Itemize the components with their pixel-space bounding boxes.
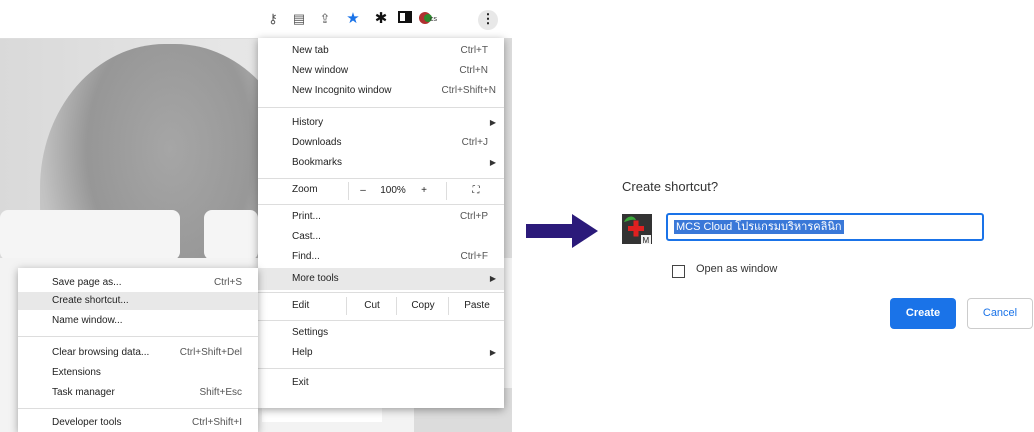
menu-item-shortcut: Ctrl+F bbox=[460, 251, 489, 262]
menu-item-shortcut: Ctrl+S bbox=[213, 277, 242, 288]
menu-item-label: Help bbox=[292, 347, 313, 358]
translate-icon[interactable]: ▤ bbox=[290, 10, 308, 28]
menu-item-developer-tools[interactable]: Developer tools Ctrl+Shift+I bbox=[18, 414, 258, 432]
share-icon[interactable]: ⇪ bbox=[316, 10, 334, 28]
menu-item-new-tab[interactable]: New tab Ctrl+T bbox=[258, 42, 504, 60]
copy-button[interactable]: Copy bbox=[396, 297, 449, 315]
svg-text:cs: cs bbox=[430, 16, 438, 23]
open-as-window-checkbox[interactable] bbox=[672, 265, 685, 278]
menu-item-label: Exit bbox=[292, 377, 309, 388]
submenu-arrow-icon: ▶ bbox=[489, 274, 496, 283]
zoom-out-button[interactable]: – bbox=[348, 182, 377, 200]
zoom-in-button[interactable]: + bbox=[410, 182, 438, 200]
menu-item-label: Bookmarks bbox=[292, 157, 343, 168]
menu-divider bbox=[258, 292, 504, 293]
menu-item-settings[interactable]: Settings bbox=[258, 324, 504, 342]
shortcut-name-input[interactable]: MCS Cloud โปรแกรมบริหารคลินิก bbox=[666, 213, 984, 241]
menu-item-task-manager[interactable]: Task manager Shift+Esc bbox=[18, 384, 258, 402]
menu-item-extensions[interactable]: Extensions bbox=[18, 364, 258, 382]
open-as-window-label: Open as window bbox=[696, 263, 778, 275]
menu-item-print[interactable]: Print... Ctrl+P bbox=[258, 208, 504, 226]
page-card bbox=[0, 210, 180, 260]
fullscreen-icon[interactable]: ⛶ bbox=[446, 182, 505, 200]
menu-divider bbox=[258, 204, 504, 205]
star-icon[interactable]: ★ bbox=[344, 10, 362, 28]
create-button[interactable]: Create bbox=[890, 298, 956, 329]
submenu-arrow-icon: ▶ bbox=[489, 348, 496, 357]
menu-item-shortcut: Ctrl+T bbox=[460, 45, 489, 56]
menu-item-label: History bbox=[292, 117, 324, 128]
menu-item-label: New window bbox=[292, 65, 349, 76]
sidepanel-icon[interactable] bbox=[396, 10, 414, 28]
browser-main-menu: New tab Ctrl+T New window Ctrl+N New Incog… bbox=[258, 38, 504, 408]
key-icon[interactable]: ⚷ bbox=[264, 10, 282, 28]
menu-item-label: Downloads bbox=[292, 137, 342, 148]
menu-item-label: Developer tools bbox=[52, 417, 122, 428]
create-shortcut-dialog: Create shortcut? M MCS Cloud โปรแกรมบริห… bbox=[616, 170, 1034, 350]
menu-item-name-window[interactable]: Name window... bbox=[18, 312, 258, 330]
menu-item-find[interactable]: Find... Ctrl+F bbox=[258, 248, 504, 266]
zoom-label: Zoom bbox=[292, 184, 318, 195]
paste-button[interactable]: Paste bbox=[448, 297, 505, 315]
svg-text:M: M bbox=[643, 236, 650, 244]
menu-item-history[interactable]: History ▶ bbox=[258, 114, 504, 132]
app-logo-icon: M bbox=[622, 214, 652, 244]
browser-toolbar: ⚷ ▤ ⇪ ★ ✱ cs ⋮ bbox=[0, 0, 512, 39]
menu-item-label: Save page as... bbox=[52, 277, 122, 288]
menu-item-shortcut: Ctrl+Shift+N bbox=[441, 85, 496, 96]
menu-item-shortcut: Shift+Esc bbox=[199, 387, 242, 398]
menu-item-label: Extensions bbox=[52, 367, 101, 378]
menu-divider bbox=[258, 320, 504, 321]
submenu-arrow-icon: ▶ bbox=[489, 118, 496, 127]
dialog-title: Create shortcut? bbox=[622, 179, 719, 194]
menu-item-label: Settings bbox=[292, 327, 329, 338]
menu-item-create-shortcut[interactable]: Create shortcut... bbox=[18, 292, 258, 310]
menu-item-shortcut: Ctrl+P bbox=[459, 211, 488, 222]
zoom-level: 100% bbox=[380, 185, 406, 196]
menu-item-new-incognito-window[interactable]: New Incognito window Ctrl+Shift+N bbox=[258, 82, 504, 100]
page-card bbox=[204, 210, 258, 260]
menu-item-help[interactable]: Help ▶ bbox=[258, 344, 504, 362]
menu-item-label: New tab bbox=[292, 45, 329, 56]
menu-item-save-page-as[interactable]: Save page as... Ctrl+S bbox=[18, 274, 258, 292]
menu-item-label: Name window... bbox=[52, 315, 123, 326]
cut-button[interactable]: Cut bbox=[346, 297, 397, 315]
menu-item-more-tools[interactable]: More tools ▶ bbox=[258, 268, 504, 290]
menu-item-bookmarks[interactable]: Bookmarks ▶ bbox=[258, 154, 504, 172]
right-arrow-icon bbox=[526, 214, 598, 248]
profile-icon[interactable]: cs bbox=[418, 10, 438, 28]
extensions-icon[interactable]: ✱ bbox=[372, 10, 390, 28]
browser-screenshot: ⚷ ▤ ⇪ ★ ✱ cs ⋮ New tab Ctrl+T New window C… bbox=[0, 0, 512, 432]
edit-row: Edit Cut Copy Paste bbox=[258, 294, 504, 318]
menu-item-shortcut: Ctrl+Shift+Del bbox=[179, 347, 242, 358]
menu-item-label: Clear browsing data... bbox=[52, 347, 150, 358]
edit-label: Edit bbox=[292, 300, 310, 311]
menu-item-shortcut: Ctrl+J bbox=[461, 137, 488, 148]
menu-item-new-window[interactable]: New window Ctrl+N bbox=[258, 62, 504, 80]
menu-icon[interactable]: ⋮ bbox=[478, 10, 498, 30]
menu-item-label: Cast... bbox=[292, 231, 321, 242]
menu-divider bbox=[258, 368, 504, 369]
menu-item-clear-browsing-data[interactable]: Clear browsing data... Ctrl+Shift+Del bbox=[18, 344, 258, 362]
menu-item-cast[interactable]: Cast... bbox=[258, 228, 504, 246]
menu-divider bbox=[258, 178, 504, 179]
menu-item-label: Print... bbox=[292, 211, 321, 222]
menu-divider bbox=[258, 107, 504, 108]
menu-item-shortcut: Ctrl+Shift+I bbox=[191, 417, 242, 428]
menu-item-label: New Incognito window bbox=[292, 85, 392, 96]
menu-item-downloads[interactable]: Downloads Ctrl+J bbox=[258, 134, 504, 152]
menu-divider bbox=[18, 336, 258, 337]
menu-item-exit[interactable]: Exit bbox=[258, 374, 504, 392]
menu-item-label: Find... bbox=[292, 251, 320, 262]
submenu-arrow-icon: ▶ bbox=[489, 158, 496, 167]
more-tools-submenu: Save page as... Ctrl+S Create shortcut...… bbox=[18, 268, 258, 432]
shortcut-name-value: MCS Cloud โปรแกรมบริหารคลินิก bbox=[674, 220, 844, 234]
zoom-row: Zoom – 100% + ⛶ bbox=[258, 180, 504, 202]
cancel-button[interactable]: Cancel bbox=[967, 298, 1033, 329]
menu-item-label: Create shortcut... bbox=[52, 295, 129, 306]
menu-divider bbox=[18, 408, 258, 409]
menu-item-label: Task manager bbox=[52, 387, 115, 398]
menu-item-shortcut: Ctrl+N bbox=[459, 65, 488, 76]
menu-item-label: More tools bbox=[292, 273, 339, 284]
